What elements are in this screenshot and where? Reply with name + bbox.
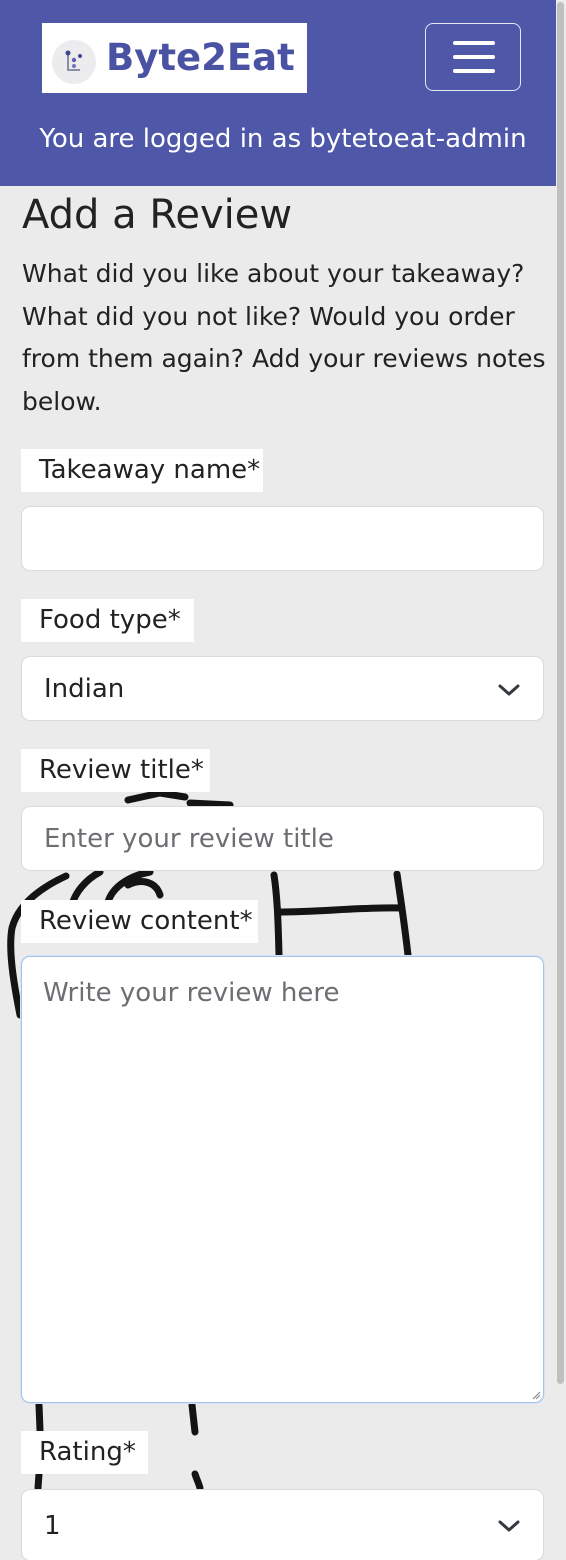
chevron-down-icon: [498, 1520, 520, 1532]
rating-select[interactable]: 1: [21, 1489, 544, 1560]
brand-logo[interactable]: Byte2Eat: [42, 23, 307, 93]
food-type-select[interactable]: Indian: [21, 656, 544, 721]
rating-selected: 1: [44, 1511, 61, 1541]
login-status: You are logged in as bytetoeat-admin: [39, 124, 527, 154]
intro-text: What did you like about your takeaway? W…: [22, 259, 546, 416]
navbar: Byte2Eat You are logged in as bytetoeat-…: [0, 0, 556, 186]
review-content-placeholder: Write your review here: [43, 978, 340, 1008]
review-title-label: Review title*: [21, 749, 210, 792]
menu-toggle-button[interactable]: [425, 23, 521, 91]
food-type-label: Food type*: [21, 599, 194, 642]
chevron-down-icon: [498, 684, 520, 696]
resize-grip-icon[interactable]: [531, 1390, 541, 1400]
page-title: Add a Review: [22, 192, 293, 238]
food-type-selected: Indian: [44, 674, 125, 704]
review-content-textarea[interactable]: Write your review here: [21, 956, 544, 1403]
review-title-input[interactable]: Enter your review title: [21, 806, 544, 871]
takeaway-name-input[interactable]: [21, 506, 544, 571]
review-title-placeholder: Enter your review title: [44, 824, 334, 854]
review-content-label: Review content*: [21, 900, 258, 943]
takeaway-name-label: Takeaway name*: [21, 449, 263, 492]
rating-label: Rating*: [21, 1431, 148, 1474]
page: Byte2Eat You are logged in as bytetoeat-…: [0, 0, 566, 1560]
brand-name: Byte2Eat: [106, 36, 295, 79]
logo-emblem-icon: [52, 40, 96, 84]
scrollbar-thumb[interactable]: [557, 2, 564, 1384]
